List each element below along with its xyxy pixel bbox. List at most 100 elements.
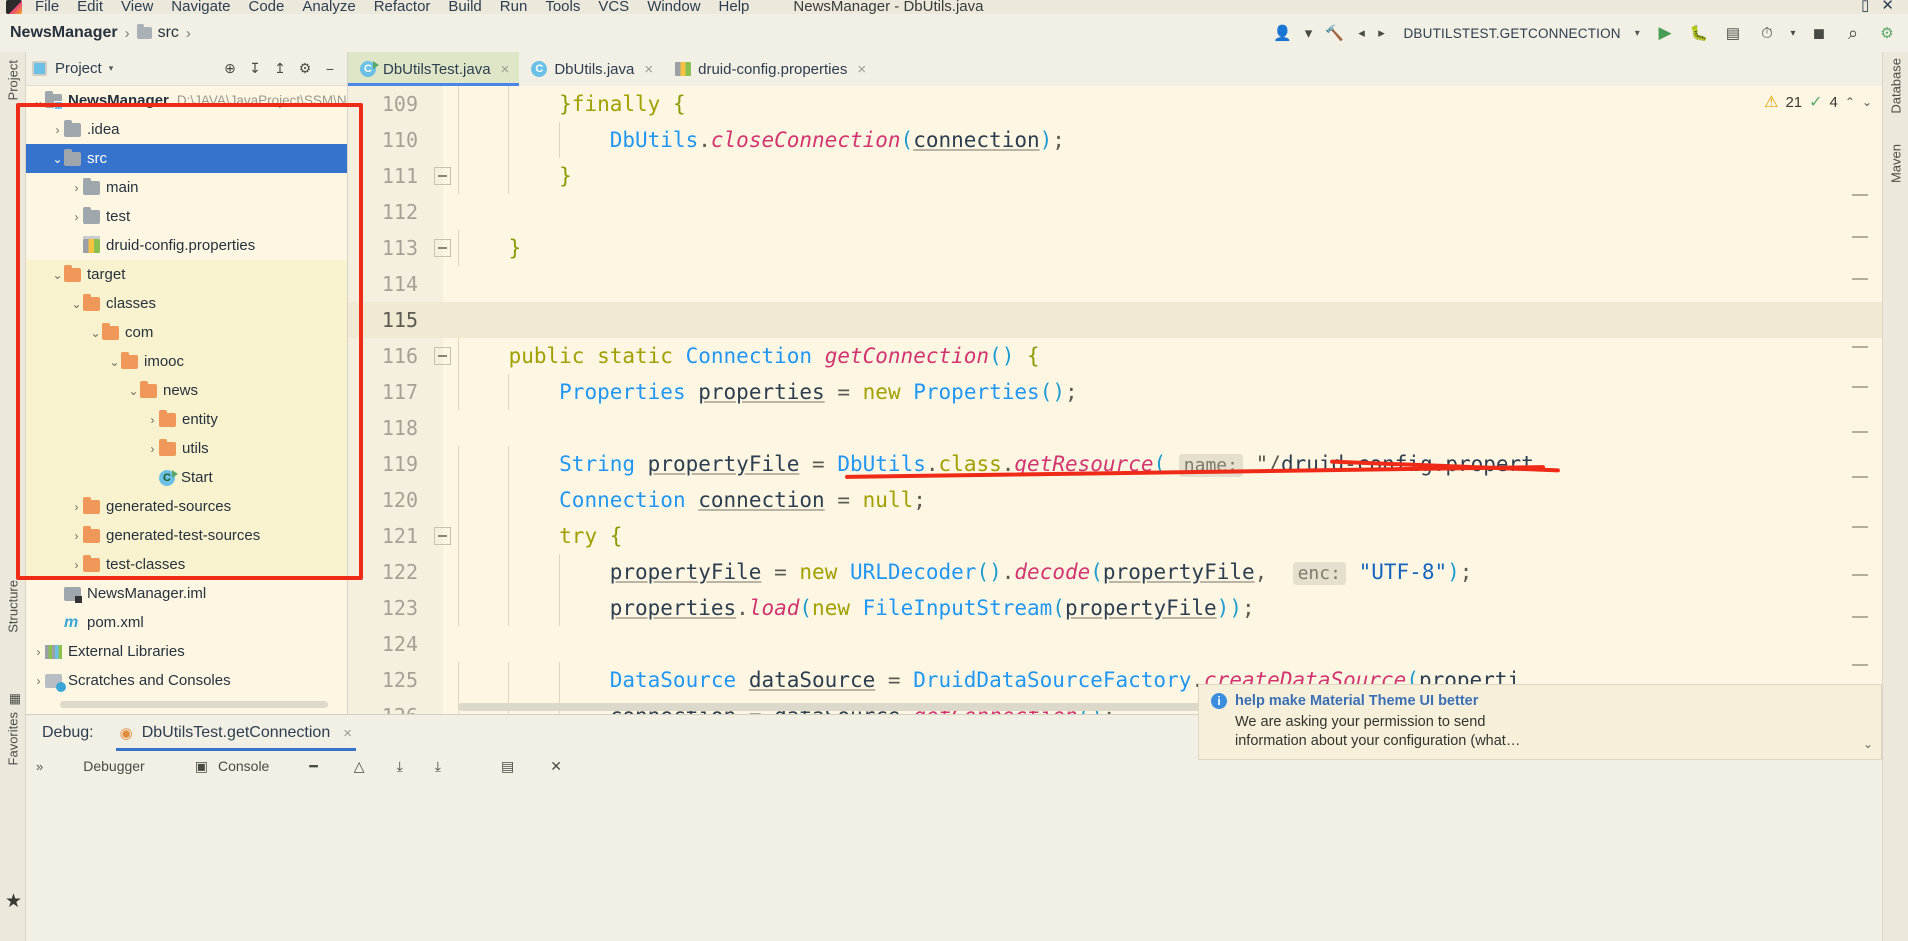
menu-item-analyze[interactable]: Analyze	[293, 0, 364, 14]
close-icon[interactable]: ✕	[1875, 0, 1900, 14]
tree-item-druid-config-properties[interactable]: ›druid-config.properties	[26, 231, 347, 260]
menu-item-file[interactable]: File	[26, 0, 68, 14]
code-editor[interactable]: 109 }finally {110 DbUtils.closeConnectio…	[348, 86, 1882, 714]
gutter-marker[interactable]	[1852, 194, 1868, 196]
chevron-right-icon[interactable]: ›	[32, 674, 45, 688]
debug-button[interactable]: 🐛	[1684, 19, 1714, 47]
chevron-right-icon[interactable]: ›	[32, 645, 45, 659]
chevron-right-icon[interactable]: ›	[146, 413, 159, 427]
code-line-124[interactable]: 124	[348, 626, 1882, 662]
settings-gear-icon[interactable]: ⚙	[294, 58, 316, 80]
chevron-right-icon[interactable]: ›	[51, 123, 64, 137]
code-line-123[interactable]: 123 properties.load(new FileInputStream(…	[348, 590, 1882, 626]
gutter-marker[interactable]	[1852, 664, 1868, 666]
tree-item-entity[interactable]: › entity	[26, 405, 347, 434]
settings-icon[interactable]: ▤	[501, 758, 514, 775]
chevron-down-icon[interactable]: ⌄	[32, 94, 45, 108]
code-fold-icon[interactable]	[434, 167, 451, 185]
tree-item-com[interactable]: ⌄ com	[26, 318, 347, 347]
breadcrumb-item-src[interactable]: src	[158, 24, 179, 42]
hide-panel-icon[interactable]: −	[319, 58, 341, 80]
code-line-114[interactable]: 114	[348, 266, 1882, 302]
close-icon[interactable]: ×	[501, 61, 510, 78]
editor-tab-druid-config-properties[interactable]: druid-config.properties ×	[663, 52, 876, 86]
user-avatar-icon[interactable]: 👤	[1267, 19, 1297, 47]
run-with-coverage-button[interactable]: ▤	[1718, 19, 1748, 47]
mute-breakpoints-icon[interactable]: ━	[309, 758, 317, 775]
notification-popup[interactable]: i help make Material Theme UI better We …	[1198, 684, 1882, 760]
code-fold-icon[interactable]	[434, 347, 451, 365]
tree-item-external-libraries[interactable]: › External Libraries	[26, 637, 347, 666]
code-fold-icon[interactable]	[434, 527, 451, 545]
tree-item-classes[interactable]: ⌄ classes	[26, 289, 347, 318]
step-into-icon[interactable]: ⤓	[435, 758, 441, 775]
breadcrumb-project[interactable]: NewsManager	[10, 24, 118, 42]
menu-item-help[interactable]: Help	[710, 0, 759, 14]
console-tab[interactable]: Console	[218, 758, 269, 774]
search-everywhere-icon[interactable]: ⌕	[1838, 19, 1868, 47]
chevron-down-icon[interactable]: ▾	[1635, 28, 1640, 39]
navigate-back-icon[interactable]: ◂	[1353, 19, 1369, 47]
menu-item-refactor[interactable]: Refactor	[365, 0, 440, 14]
tree-item-test-classes[interactable]: › test-classes	[26, 550, 347, 579]
code-line-118[interactable]: 118	[348, 410, 1882, 446]
expand-all-icon[interactable]: ↧	[244, 58, 266, 80]
tree-item-newsmanager[interactable]: ⌄ NewsManager D:\JAVA\JavaProject\SSM\News	[26, 86, 347, 115]
tree-item-test[interactable]: › test	[26, 202, 347, 231]
chevron-right-icon[interactable]: ›	[146, 442, 159, 456]
navigate-forward-icon[interactable]: ▸	[1373, 19, 1389, 47]
minimize-icon[interactable]: ▯	[1855, 0, 1875, 14]
run-button[interactable]: ▶	[1650, 19, 1680, 47]
tool-window-structure[interactable]: Structure	[5, 580, 20, 633]
editor-tab-dbutils-java[interactable]: C DbUtils.java ×	[519, 52, 663, 86]
notification-expand-icon[interactable]: ⌄	[1863, 737, 1873, 751]
hammer-build-icon[interactable]: 🔨	[1319, 19, 1349, 47]
user-caret-icon[interactable]: ▾	[1301, 19, 1315, 47]
close-icon[interactable]: ×	[343, 725, 352, 742]
gutter-marker[interactable]	[1852, 346, 1868, 348]
tree-item-generated-sources[interactable]: › generated-sources	[26, 492, 347, 521]
tree-item-imooc[interactable]: ⌄ imooc	[26, 347, 347, 376]
favorites-star-icon[interactable]: ★	[5, 890, 22, 913]
project-view-chevron-down-icon[interactable]: ▾	[109, 63, 114, 74]
gutter-marker[interactable]	[1852, 431, 1868, 433]
debugger-tab[interactable]: Debugger	[83, 758, 145, 774]
profiler-button[interactable]: ⏱	[1752, 19, 1782, 47]
menu-item-code[interactable]: Code	[239, 0, 293, 14]
code-line-113[interactable]: 113 }	[348, 230, 1882, 266]
tree-item-start[interactable]: ›CStart	[26, 463, 347, 492]
menu-item-window[interactable]: Window	[638, 0, 709, 14]
chevron-right-icon[interactable]: ›	[70, 558, 83, 572]
project-tree[interactable]: ⌄ NewsManager D:\JAVA\JavaProject\SSM\News…	[26, 86, 347, 706]
gutter-marker[interactable]	[1852, 616, 1868, 618]
tool-window-favorites[interactable]: Favorites	[5, 712, 20, 765]
tree-item-pom-xml[interactable]: ›mpom.xml	[26, 608, 347, 637]
tree-item-idea[interactable]: › .idea	[26, 115, 347, 144]
code-line-119[interactable]: 119 String propertyFile = DbUtils.class.…	[348, 446, 1882, 482]
close-debug-icon[interactable]: ✕	[550, 758, 562, 775]
code-line-109[interactable]: 109 }finally {	[348, 86, 1882, 122]
gutter-marker[interactable]	[1852, 386, 1868, 388]
notification-title[interactable]: help make Material Theme UI better	[1235, 693, 1478, 709]
code-line-117[interactable]: 117 Properties properties = new Properti…	[348, 374, 1882, 410]
close-icon[interactable]: ×	[644, 61, 653, 78]
gutter-marker[interactable]	[1852, 526, 1868, 528]
run-configuration-selector[interactable]: DBUTILSTEST.GETCONNECTION ▾	[1393, 20, 1646, 46]
menu-item-run[interactable]: Run	[491, 0, 537, 14]
gutter-marker[interactable]	[1852, 278, 1868, 280]
menu-item-build[interactable]: Build	[439, 0, 490, 14]
chevron-down-icon[interactable]: ⌄	[127, 384, 140, 398]
close-icon[interactable]: ×	[857, 61, 866, 78]
select-opened-file-icon[interactable]: ⊕	[219, 58, 241, 80]
tree-item-utils[interactable]: › utils	[26, 434, 347, 463]
code-line-120[interactable]: 120 Connection connection = null;	[348, 482, 1882, 518]
step-over-icon[interactable]: ⤓	[397, 758, 403, 775]
chevron-right-icon[interactable]: ›	[70, 529, 83, 543]
inspection-widget[interactable]: ⚠ 21 ✓ 4 ⌃ ⌄	[1764, 92, 1872, 112]
code-line-121[interactable]: 121 try {	[348, 518, 1882, 554]
menu-item-navigate[interactable]: Navigate	[162, 0, 239, 14]
menu-item-vcs[interactable]: VCS	[589, 0, 638, 14]
gutter-marker[interactable]	[1852, 574, 1868, 576]
prev-problem-icon[interactable]: ⌃	[1845, 95, 1855, 109]
debug-session-tab[interactable]: ◉ DbUtilsTest.getConnection ×	[115, 715, 357, 751]
